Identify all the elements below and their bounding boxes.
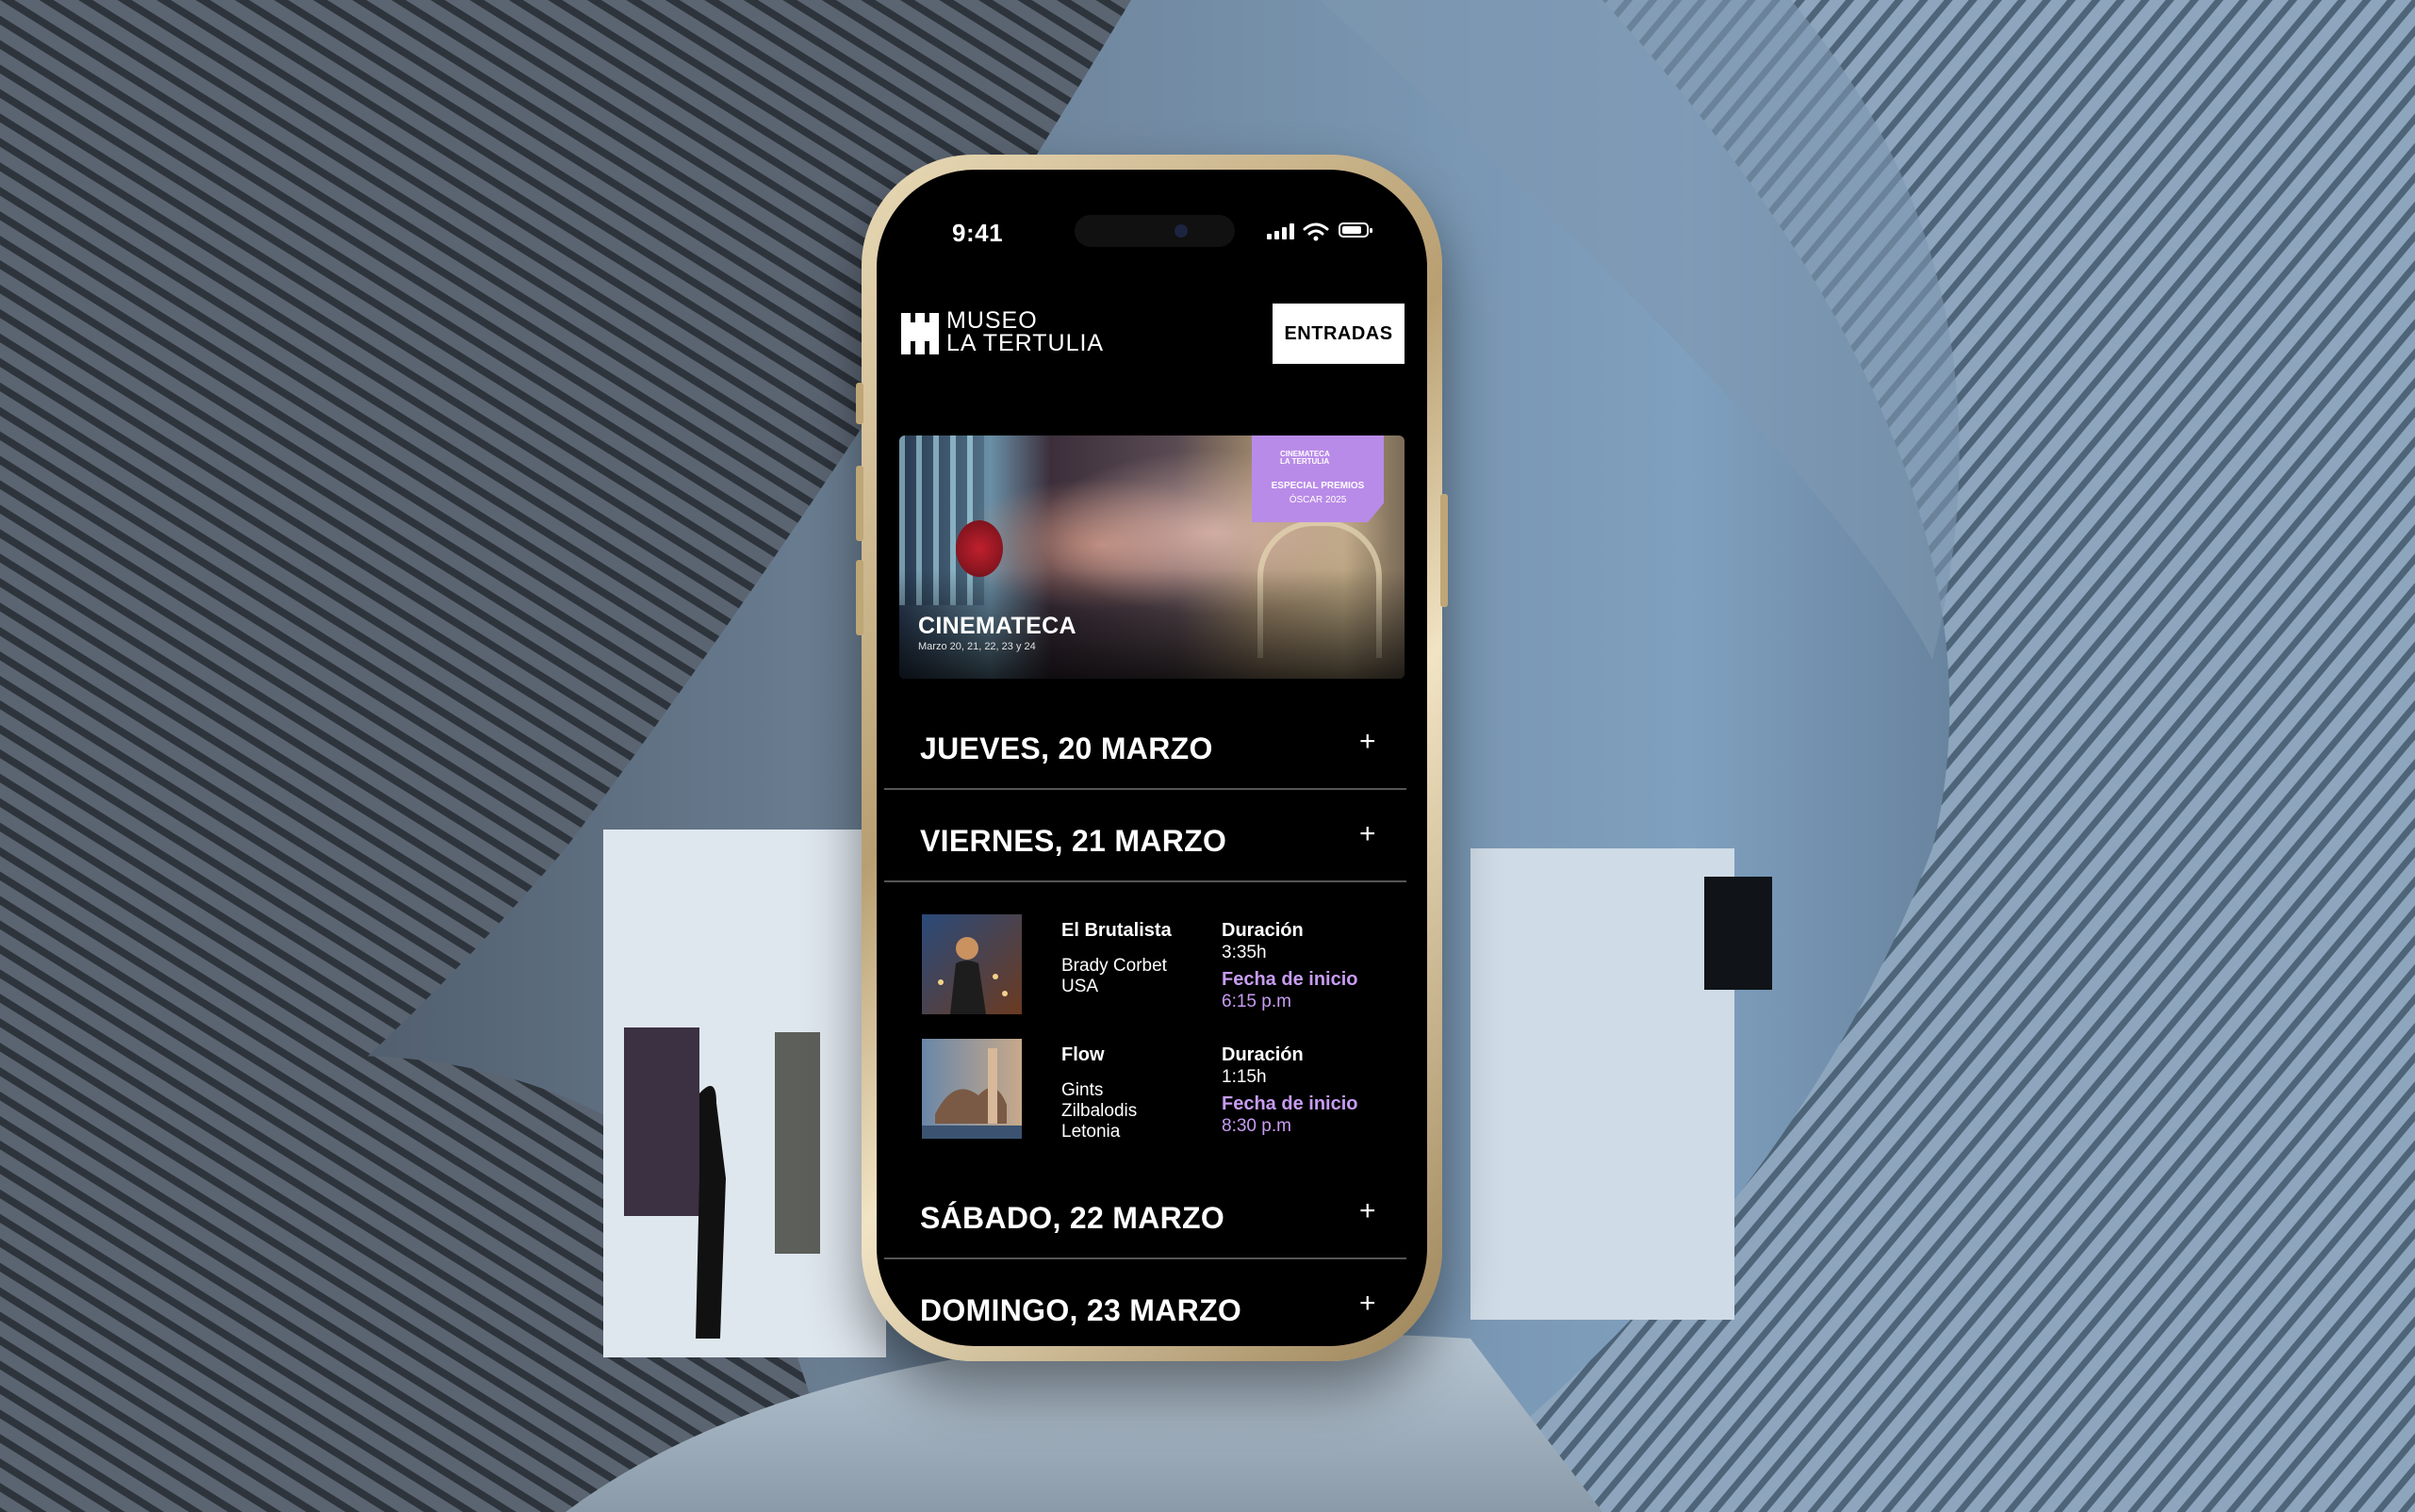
phone-frame: 9:41 MUSEO LA TERTULIA ENTRADAS CINEMATE…	[856, 155, 1448, 1361]
day-accordion-sunday[interactable]: DOMINGO, 23 MARZO +	[909, 1259, 1386, 1346]
dynamic-island	[1075, 215, 1235, 247]
hero-dates: Marzo 20, 21, 22, 23 y 24	[918, 641, 1036, 652]
start-label: Fecha de inicio	[1222, 969, 1358, 990]
day-accordion-saturday[interactable]: SÁBADO, 22 MARZO +	[884, 1167, 1406, 1259]
logo-line-2: LA TERTULIA	[946, 330, 1105, 356]
phone-volume-up	[856, 466, 863, 541]
duration-value: 3:35h	[1222, 943, 1267, 962]
museum-logo-text[interactable]: MUSEO LA TERTULIA	[946, 307, 1105, 356]
status-time: 9:41	[952, 219, 1004, 247]
duration-label: Duración	[1222, 1044, 1304, 1065]
expand-plus-icon[interactable]: +	[1359, 818, 1376, 850]
phone-screen: 9:41 MUSEO LA TERTULIA ENTRADAS CINEMATE…	[877, 170, 1427, 1346]
film-director: Brady Corbet	[1061, 956, 1167, 976]
phone-volume-down	[856, 560, 863, 635]
film-item-flow[interactable]: Flow Gints Zilbalodis Letonia Duración 1…	[922, 1039, 1393, 1152]
expand-plus-icon[interactable]: +	[1359, 1288, 1376, 1320]
start-value: 6:15 p.m	[1222, 992, 1291, 1011]
film-director-last: Zilbalodis	[1061, 1101, 1138, 1121]
phone-power-button	[1440, 494, 1448, 607]
film-title: Flow	[1061, 1044, 1105, 1065]
phone-mute-switch	[856, 383, 863, 424]
hero-banner[interactable]: CINEMATECA LA TERTULIA ESPECIAL PREMIOS …	[899, 436, 1405, 679]
expand-plus-icon[interactable]: +	[1359, 1195, 1376, 1227]
duration-label: Duración	[1222, 920, 1304, 941]
day-label: VIERNES, 21 MARZO	[920, 824, 1227, 858]
film-country: Letonia	[1061, 1122, 1121, 1142]
museum-logo-icon[interactable]	[901, 313, 939, 354]
film-credits: Brady Corbet USA	[1061, 956, 1193, 997]
camera-icon	[1175, 224, 1188, 238]
film-director-first: Gints	[1061, 1080, 1104, 1100]
oscar-special-badge: CINEMATECA LA TERTULIA ESPECIAL PREMIOS …	[1252, 436, 1384, 522]
logo-line-1: MUSEO	[946, 307, 1038, 334]
day-label: DOMINGO, 23 MARZO	[920, 1293, 1242, 1327]
day-accordion-friday[interactable]: VIERNES, 21 MARZO +	[884, 790, 1406, 882]
day-label: SÁBADO, 22 MARZO	[920, 1201, 1225, 1235]
badge-logo: CINEMATECA LA TERTULIA	[1280, 450, 1330, 466]
duration-value: 1:15h	[1222, 1067, 1267, 1087]
cellular-signal-icon	[1267, 222, 1294, 239]
start-label: Fecha de inicio	[1222, 1093, 1358, 1114]
film-item-el-brutalista[interactable]: El Brutalista Brady Corbet USA Duración …	[922, 914, 1393, 1018]
tickets-button[interactable]: ENTRADAS	[1273, 304, 1405, 364]
wifi-icon	[1303, 222, 1329, 241]
film-thumbnail	[922, 914, 1022, 1014]
film-country: USA	[1061, 977, 1099, 996]
film-credits: Gints Zilbalodis Letonia	[1061, 1080, 1193, 1142]
status-bar: 9:41	[877, 170, 1427, 255]
badge-subtitle: ÓSCAR 2025	[1289, 495, 1347, 505]
battery-icon	[1339, 222, 1372, 238]
badge-title: ESPECIAL PREMIOS	[1271, 481, 1365, 491]
hero-title: CINEMATECA	[918, 613, 1076, 639]
expand-plus-icon[interactable]: +	[1359, 726, 1376, 758]
film-title: El Brutalista	[1061, 920, 1172, 941]
day-label: JUEVES, 20 MARZO	[920, 731, 1213, 765]
start-value: 8:30 p.m	[1222, 1116, 1291, 1136]
film-thumbnail	[922, 1039, 1022, 1139]
day-accordion-thursday[interactable]: JUEVES, 20 MARZO +	[884, 698, 1406, 790]
